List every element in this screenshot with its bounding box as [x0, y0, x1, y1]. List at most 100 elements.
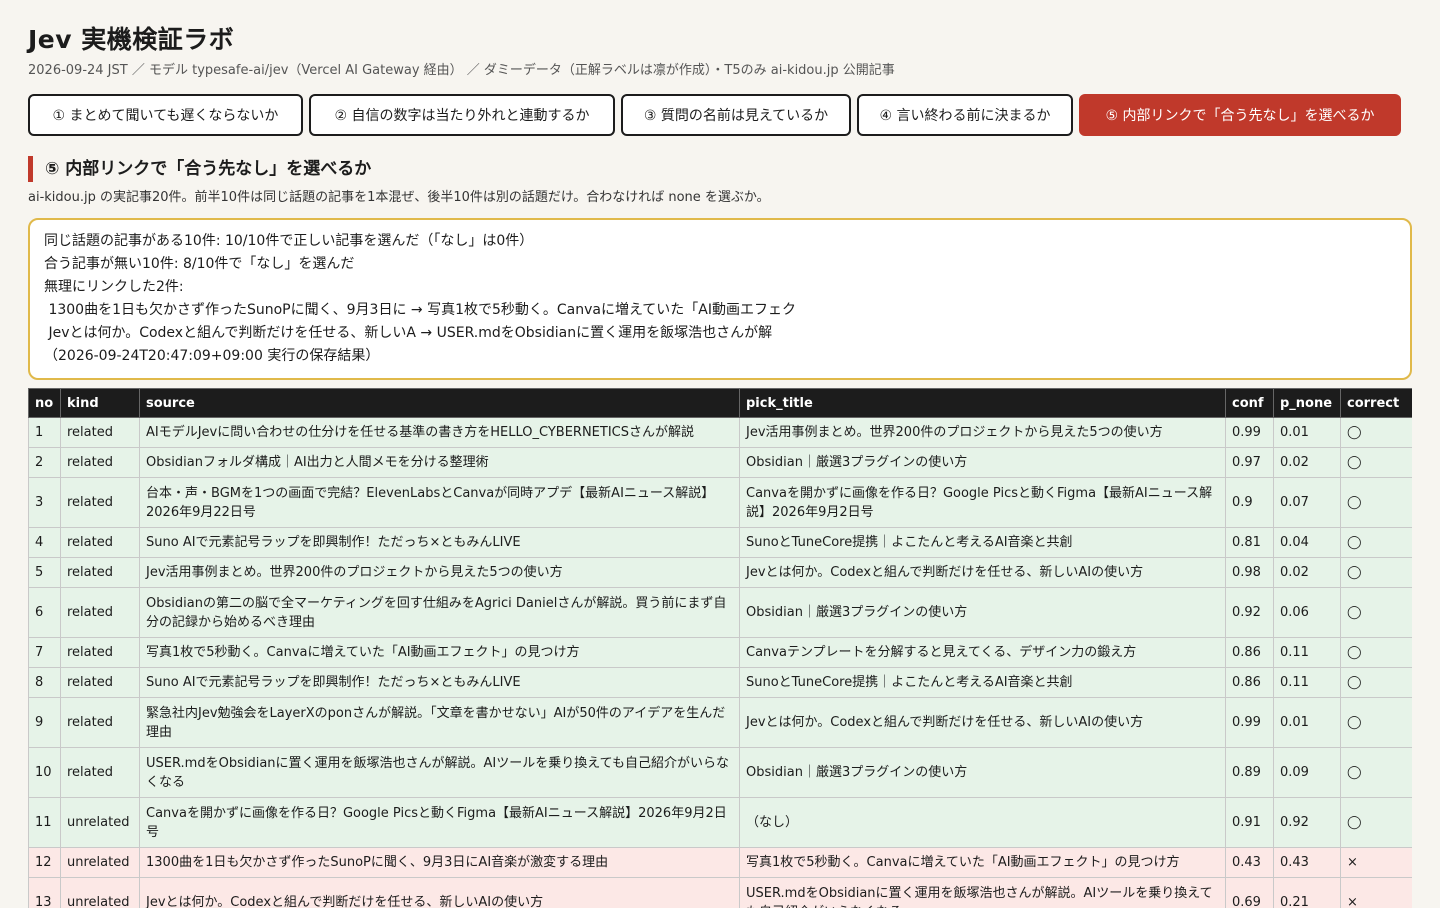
summary-box: 同じ話題の記事がある10件: 10/10件で正しい記事を選んだ（「なし」は0件）…	[28, 218, 1412, 380]
cell-p-none: 0.01	[1274, 698, 1341, 748]
cell-kind: related	[61, 668, 140, 698]
cell-correct: ◯	[1341, 478, 1413, 528]
cell-pick-title: Obsidian｜厳選3プラグインの使い方	[740, 448, 1226, 478]
table-row: 2 related Obsidianフォルダ構成｜AI出力と人間メモを分ける整理…	[29, 448, 1413, 478]
cell-source: Suno AIで元素記号ラップを即興制作！ただっち×ともみんLIVE	[140, 528, 740, 558]
summary-line: 無理にリンクした2件:	[44, 276, 1396, 299]
cell-source: Jevとは何か。Codexと組んで判断だけを任せる、新しいAIの使い方	[140, 878, 740, 908]
cell-kind: related	[61, 588, 140, 638]
table-row: 7 related 写真1枚で5秒動く。Canvaに増えていた「AI動画エフェク…	[29, 638, 1413, 668]
header-p-none: p_none	[1274, 389, 1341, 418]
cell-conf: 0.86	[1226, 668, 1274, 698]
section-title: ⑤ 内部リンクで「合う先なし」を選べるか	[28, 156, 1412, 182]
cell-source: Jev活用事例まとめ。世界200件のプロジェクトから見えた5つの使い方	[140, 558, 740, 588]
cell-pick-title: （なし）	[740, 798, 1226, 848]
cell-p-none: 0.09	[1274, 748, 1341, 798]
cell-p-none: 0.07	[1274, 478, 1341, 528]
cell-conf: 0.81	[1226, 528, 1274, 558]
cell-no: 5	[29, 558, 61, 588]
cell-source: Canvaを開かずに画像を作る日？Google Picsと動くFigma【最新A…	[140, 798, 740, 848]
cell-p-none: 0.02	[1274, 558, 1341, 588]
cell-kind: unrelated	[61, 848, 140, 878]
cell-conf: 0.91	[1226, 798, 1274, 848]
cell-conf: 0.43	[1226, 848, 1274, 878]
tab-4[interactable]: ④ 言い終わる前に決まるか	[857, 94, 1073, 136]
header-no: no	[29, 389, 61, 418]
summary-line: Jevとは何か。Codexと組んで判断だけを任せる、新しいA → USER.md…	[44, 322, 1396, 345]
cell-pick-title: Canvaテンプレートを分解すると見えてくる、デザイン力の鍛え方	[740, 638, 1226, 668]
cell-p-none: 0.04	[1274, 528, 1341, 558]
header-source: source	[140, 389, 740, 418]
cell-no: 7	[29, 638, 61, 668]
tab-1[interactable]: ① まとめて聞いても遅くならないか	[28, 94, 303, 136]
cell-conf: 0.9	[1226, 478, 1274, 528]
page-title: Jev 実機検証ラボ	[28, 0, 1412, 56]
cell-source: Suno AIで元素記号ラップを即興制作！ただっち×ともみんLIVE	[140, 668, 740, 698]
cell-no: 1	[29, 418, 61, 448]
page: Jev 実機検証ラボ 2026-09-24 JST ／ モデル typesafe…	[0, 0, 1440, 900]
table-header-row: no kind source pick_title conf p_none co…	[29, 389, 1413, 418]
header-correct: correct	[1341, 389, 1413, 418]
cell-correct: ◯	[1341, 668, 1413, 698]
header-pick-title: pick_title	[740, 389, 1226, 418]
cell-source: USER.mdをObsidianに置く運用を飯塚浩也さんが解説。AIツールを乗り…	[140, 748, 740, 798]
cell-no: 10	[29, 748, 61, 798]
cell-no: 13	[29, 878, 61, 908]
cell-kind: related	[61, 418, 140, 448]
cell-source: Obsidianフォルダ構成｜AI出力と人間メモを分ける整理術	[140, 448, 740, 478]
cell-p-none: 0.01	[1274, 418, 1341, 448]
cell-p-none: 0.43	[1274, 848, 1341, 878]
cell-pick-title: Obsidian｜厳選3プラグインの使い方	[740, 588, 1226, 638]
cell-no: 2	[29, 448, 61, 478]
tab-2[interactable]: ② 自信の数字は当たり外れと連動するか	[309, 94, 615, 136]
cell-conf: 0.98	[1226, 558, 1274, 588]
cell-p-none: 0.21	[1274, 878, 1341, 908]
cell-correct: ×	[1341, 848, 1413, 878]
cell-conf: 0.69	[1226, 878, 1274, 908]
cell-conf: 0.99	[1226, 698, 1274, 748]
summary-line: （2026-09-24T20:47:09+09:00 実行の保存結果）	[44, 345, 1396, 368]
summary-line: 合う記事が無い10件: 8/10件で「なし」を選んだ	[44, 253, 1396, 276]
cell-pick-title: Jevとは何か。Codexと組んで判断だけを任せる、新しいAIの使い方	[740, 698, 1226, 748]
cell-p-none: 0.02	[1274, 448, 1341, 478]
cell-source: 1300曲を1日も欠かさず作ったSunoPに聞く、9月3日にAI音楽が激変する理…	[140, 848, 740, 878]
cell-correct: ◯	[1341, 558, 1413, 588]
cell-pick-title: Jev活用事例まとめ。世界200件のプロジェクトから見えた5つの使い方	[740, 418, 1226, 448]
cell-kind: related	[61, 478, 140, 528]
cell-correct: ◯	[1341, 528, 1413, 558]
cell-pick-title: SunoとTuneCore提携｜よこたんと考えるAI音楽と共創	[740, 528, 1226, 558]
results-table-wrap[interactable]: no kind source pick_title conf p_none co…	[28, 388, 1412, 908]
cell-no: 4	[29, 528, 61, 558]
header-kind: kind	[61, 389, 140, 418]
cell-conf: 0.86	[1226, 638, 1274, 668]
cell-correct: ◯	[1341, 748, 1413, 798]
table-row: 9 related 緊急社内Jev勉強会をLayerXのponさんが解説。「文章…	[29, 698, 1413, 748]
tab-3[interactable]: ③ 質問の名前は見えているか	[621, 94, 851, 136]
summary-line: 同じ話題の記事がある10件: 10/10件で正しい記事を選んだ（「なし」は0件）	[44, 230, 1396, 253]
tab-5[interactable]: ⑤ 内部リンクで「合う先なし」を選べるか	[1079, 94, 1401, 136]
cell-conf: 0.99	[1226, 418, 1274, 448]
cell-pick-title: Obsidian｜厳選3プラグインの使い方	[740, 748, 1226, 798]
cell-p-none: 0.92	[1274, 798, 1341, 848]
cell-p-none: 0.11	[1274, 638, 1341, 668]
cell-no: 12	[29, 848, 61, 878]
cell-pick-title: Jevとは何か。Codexと組んで判断だけを任せる、新しいAIの使い方	[740, 558, 1226, 588]
table-row: 10 related USER.mdをObsidianに置く運用を飯塚浩也さんが…	[29, 748, 1413, 798]
cell-correct: ◯	[1341, 588, 1413, 638]
summary-line: 1300曲を1日も欠かさず作ったSunoPに聞く、9月3日に → 写真1枚で5秒…	[44, 299, 1396, 322]
cell-p-none: 0.11	[1274, 668, 1341, 698]
cell-source: Obsidianの第二の脳で全マーケティングを回す仕組みをAgrici Dani…	[140, 588, 740, 638]
cell-no: 6	[29, 588, 61, 638]
cell-kind: unrelated	[61, 798, 140, 848]
table-row: 8 related Suno AIで元素記号ラップを即興制作！ただっち×ともみん…	[29, 668, 1413, 698]
cell-no: 3	[29, 478, 61, 528]
cell-no: 9	[29, 698, 61, 748]
cell-conf: 0.89	[1226, 748, 1274, 798]
cell-kind: related	[61, 448, 140, 478]
page-subtitle: 2026-09-24 JST ／ モデル typesafe-ai/jev（Ver…	[28, 62, 1412, 80]
table-row: 6 related Obsidianの第二の脳で全マーケティングを回す仕組みをA…	[29, 588, 1413, 638]
table-row: 5 related Jev活用事例まとめ。世界200件のプロジェクトから見えた5…	[29, 558, 1413, 588]
cell-kind: related	[61, 528, 140, 558]
cell-correct: ◯	[1341, 448, 1413, 478]
cell-source: 緊急社内Jev勉強会をLayerXのponさんが解説。「文章を書かせない」AIが…	[140, 698, 740, 748]
